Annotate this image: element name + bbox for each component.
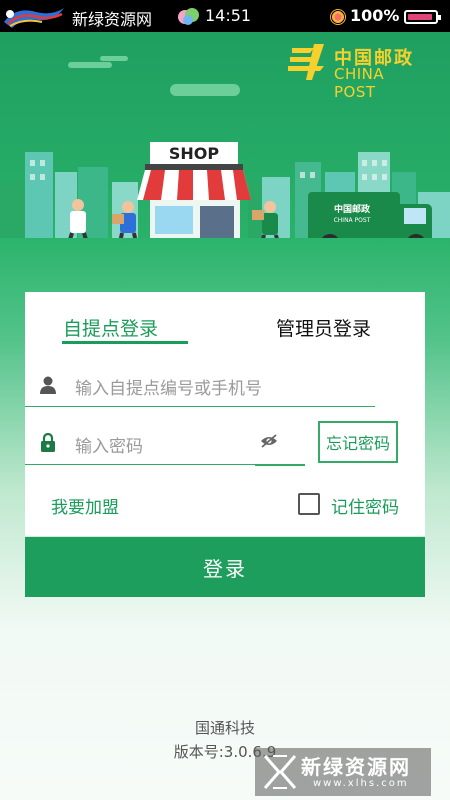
truck-label-cn: 中国邮政 <box>334 203 371 215</box>
user-icon <box>40 376 56 394</box>
password-underline-extension <box>255 464 305 466</box>
watermark-title: 新绿资源网 <box>301 755 411 779</box>
shop-sign: SHOP <box>169 144 220 163</box>
tab-pickup-login[interactable]: 自提点登录 <box>63 314 158 341</box>
login-button[interactable]: 登录 <box>25 537 425 597</box>
remember-password-label[interactable]: 记住密码 <box>331 493 399 518</box>
join-link[interactable]: 我要加盟 <box>51 493 119 518</box>
china-post-emblem-icon <box>288 44 324 80</box>
status-bar: 新绿资源网 14:51 100% <box>0 0 450 32</box>
watermark-url: www.xlhs.com <box>313 778 409 789</box>
watermark: 新绿资源网 www.xlhs.com <box>255 748 431 796</box>
lock-icon <box>41 432 55 452</box>
status-app-name: 新绿资源网 <box>72 10 153 29</box>
tab-admin-login[interactable]: 管理员登录 <box>276 314 371 341</box>
watermark-logo-icon <box>263 755 297 789</box>
truck-label-en: CHINA POST <box>334 217 371 224</box>
signal-icon <box>330 9 346 25</box>
logo-text-en: CHINA POST <box>334 65 385 101</box>
forgot-password-button[interactable]: 忘记密码 <box>318 421 398 463</box>
account-input[interactable]: 输入自提点编号或手机号 <box>25 364 375 407</box>
status-time: 14:51 <box>205 6 252 25</box>
eye-hidden-icon[interactable] <box>260 434 278 448</box>
footer-company: 国通科技 <box>194 719 255 737</box>
china-post-logo: 中国邮政 CHINA POST <box>288 44 428 101</box>
remember-password-checkbox[interactable] <box>298 493 320 515</box>
app-logo-icon <box>4 8 64 28</box>
password-input[interactable]: 输入密码 <box>25 422 255 465</box>
weather-icon <box>178 8 199 25</box>
battery-icon <box>404 10 441 24</box>
battery-percent: 100% <box>350 6 400 25</box>
password-placeholder: 输入密码 <box>75 437 143 457</box>
account-placeholder: 输入自提点编号或手机号 <box>75 379 262 399</box>
active-tab-indicator <box>62 341 188 344</box>
